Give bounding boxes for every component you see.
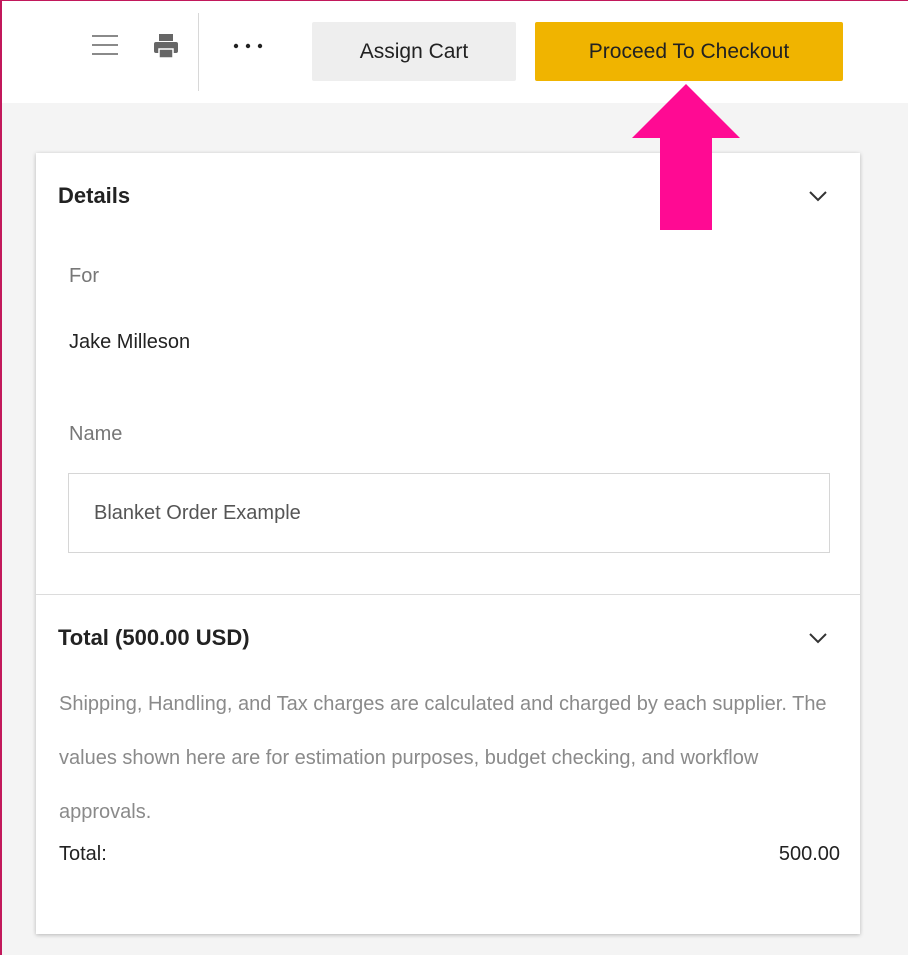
total-chevron-down-icon[interactable] xyxy=(808,631,828,645)
section-divider xyxy=(36,594,860,595)
total-value: 500.00 xyxy=(778,843,840,865)
name-input[interactable] xyxy=(68,473,830,553)
proceed-to-checkout-button[interactable]: Proceed To Checkout xyxy=(535,22,843,81)
assign-cart-button[interactable]: Assign Cart xyxy=(312,22,516,81)
toolbar-divider xyxy=(198,13,199,91)
annotation-arrow-icon xyxy=(632,84,740,230)
for-value: Jake Milleson xyxy=(69,331,191,353)
name-label: Name xyxy=(69,423,123,445)
details-chevron-down-icon[interactable] xyxy=(808,189,828,203)
printer-icon[interactable] xyxy=(148,29,184,63)
estimation-note: Shipping, Handling, and Tax charges are … xyxy=(59,693,827,823)
more-options-icon[interactable] xyxy=(224,31,272,61)
for-label: For xyxy=(69,265,99,287)
hamburger-menu-icon[interactable] xyxy=(88,27,122,63)
total-label: Total: xyxy=(59,843,107,865)
details-section-title: Details xyxy=(58,183,131,208)
cart-summary-card: Details For Jake Milleson Name Total (50… xyxy=(36,153,860,934)
cart-toolbar: Assign Cart Proceed To Checkout xyxy=(2,1,908,103)
total-section-title: Total (500.00 USD) xyxy=(58,625,250,650)
